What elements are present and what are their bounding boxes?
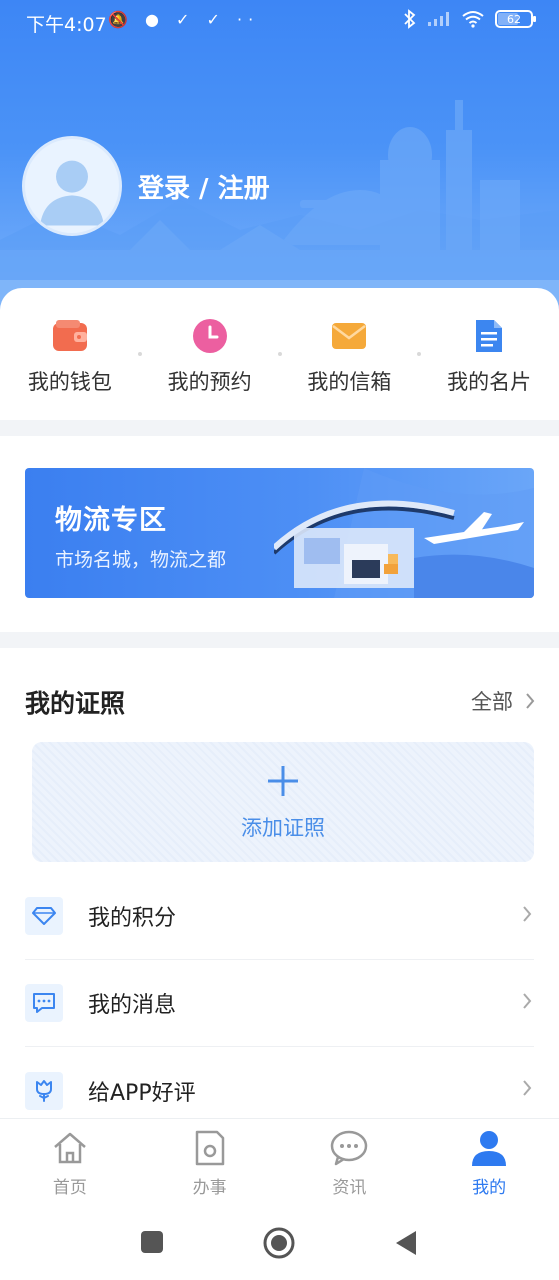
tab-mine[interactable]: 我的 [419, 1119, 559, 1206]
menu-item-label: 我的消息 [88, 993, 177, 1018]
message-icon [33, 993, 55, 1013]
battery-indicator: 62 [495, 10, 536, 28]
tab-home[interactable]: 首页 [0, 1119, 140, 1206]
avatar[interactable] [22, 136, 122, 236]
plus-icon [266, 762, 300, 802]
view-all-licenses-link[interactable]: 全部 [471, 686, 535, 716]
chevron-right-icon [523, 1080, 532, 1096]
add-license-label: 添加证照 [241, 816, 325, 840]
clock-icon [192, 319, 227, 353]
wallet-label: 我的钱包 [27, 370, 112, 394]
menu-item-label: 我的积分 [88, 906, 177, 931]
default-user-avatar-icon [40, 160, 104, 226]
home-icon [54, 1132, 86, 1164]
licenses-section: 我的证照 全部 添加证照 我的积分 我的消息 给APP好评 [0, 648, 559, 1118]
back-icon[interactable] [394, 1230, 418, 1256]
mailbox-button[interactable]: 我的信箱 [277, 318, 420, 396]
menu-item-messages[interactable]: 我的消息 [25, 960, 534, 1047]
logistics-illustration [274, 468, 534, 598]
business-card-label: 我的名片 [447, 370, 532, 394]
tab-label: 资讯 [332, 1178, 367, 1198]
tab-news[interactable]: 资讯 [280, 1119, 420, 1206]
banner-title: 物流专区 [55, 505, 167, 536]
profile-header: 下午4:07 🔕 ● ✓ ✓ ·· 62 登录 / 注册 [0, 0, 559, 330]
user-icon [472, 1131, 507, 1166]
quick-actions-row: 我的钱包 我的预约 我的信箱 我的名片 [0, 318, 559, 396]
battery-level-text: 62 [507, 12, 521, 26]
recent-apps-icon[interactable] [140, 1230, 164, 1254]
logistics-banner[interactable]: 物流专区 市场名城，物流之都 [25, 468, 534, 598]
view-all-label: 全部 [471, 690, 513, 714]
tasks-icon [195, 1130, 224, 1166]
tab-label: 首页 [52, 1178, 87, 1198]
tab-label: 办事 [192, 1178, 227, 1198]
tab-services[interactable]: 办事 [140, 1119, 280, 1206]
notification-icons: 🔕 ● ✓ ✓ ·· [108, 10, 260, 29]
menu-list: 我的积分 我的消息 给APP好评 [25, 873, 534, 1134]
chevron-right-icon [523, 906, 532, 922]
add-license-button[interactable]: 添加证照 [32, 742, 534, 862]
bottom-tab-bar: 首页 办事 资讯 我的 [0, 1118, 559, 1206]
home-button-icon[interactable] [262, 1226, 296, 1260]
banner-subtitle: 市场名城，物流之都 [55, 549, 227, 571]
tab-label: 我的 [472, 1178, 507, 1198]
menu-item-points[interactable]: 我的积分 [25, 873, 534, 960]
appointment-label: 我的预约 [167, 370, 252, 394]
bluetooth-icon [404, 9, 416, 29]
wifi-icon [462, 11, 484, 28]
status-bar: 下午4:07 🔕 ● ✓ ✓ ·· 62 [0, 0, 559, 44]
document-icon [476, 320, 503, 352]
status-right-icons: 62 [403, 9, 536, 29]
diamond-icon [32, 907, 56, 925]
mailbox-label: 我的信箱 [307, 370, 392, 394]
quick-actions-card: 我的钱包 我的预约 我的信箱 我的名片 [0, 288, 559, 420]
wallet-icon [52, 320, 87, 351]
status-time: 下午4:07 [26, 14, 107, 36]
banner-section: 物流专区 市场名城，物流之都 [0, 436, 559, 632]
business-card-button[interactable]: 我的名片 [417, 318, 559, 396]
mail-icon [332, 323, 367, 349]
system-navigation-bar [0, 1206, 559, 1280]
login-register-link[interactable]: 登录 / 注册 [138, 168, 270, 205]
chat-icon [331, 1130, 368, 1166]
menu-item-label: 给APP好评 [88, 1080, 196, 1106]
licenses-title: 我的证照 [25, 689, 126, 718]
flower-icon [36, 1079, 52, 1102]
signal-icon [428, 12, 449, 26]
wallet-button[interactable]: 我的钱包 [0, 318, 140, 396]
chevron-right-icon [526, 693, 535, 709]
chevron-right-icon [523, 993, 532, 1009]
appointment-button[interactable]: 我的预约 [137, 318, 280, 396]
